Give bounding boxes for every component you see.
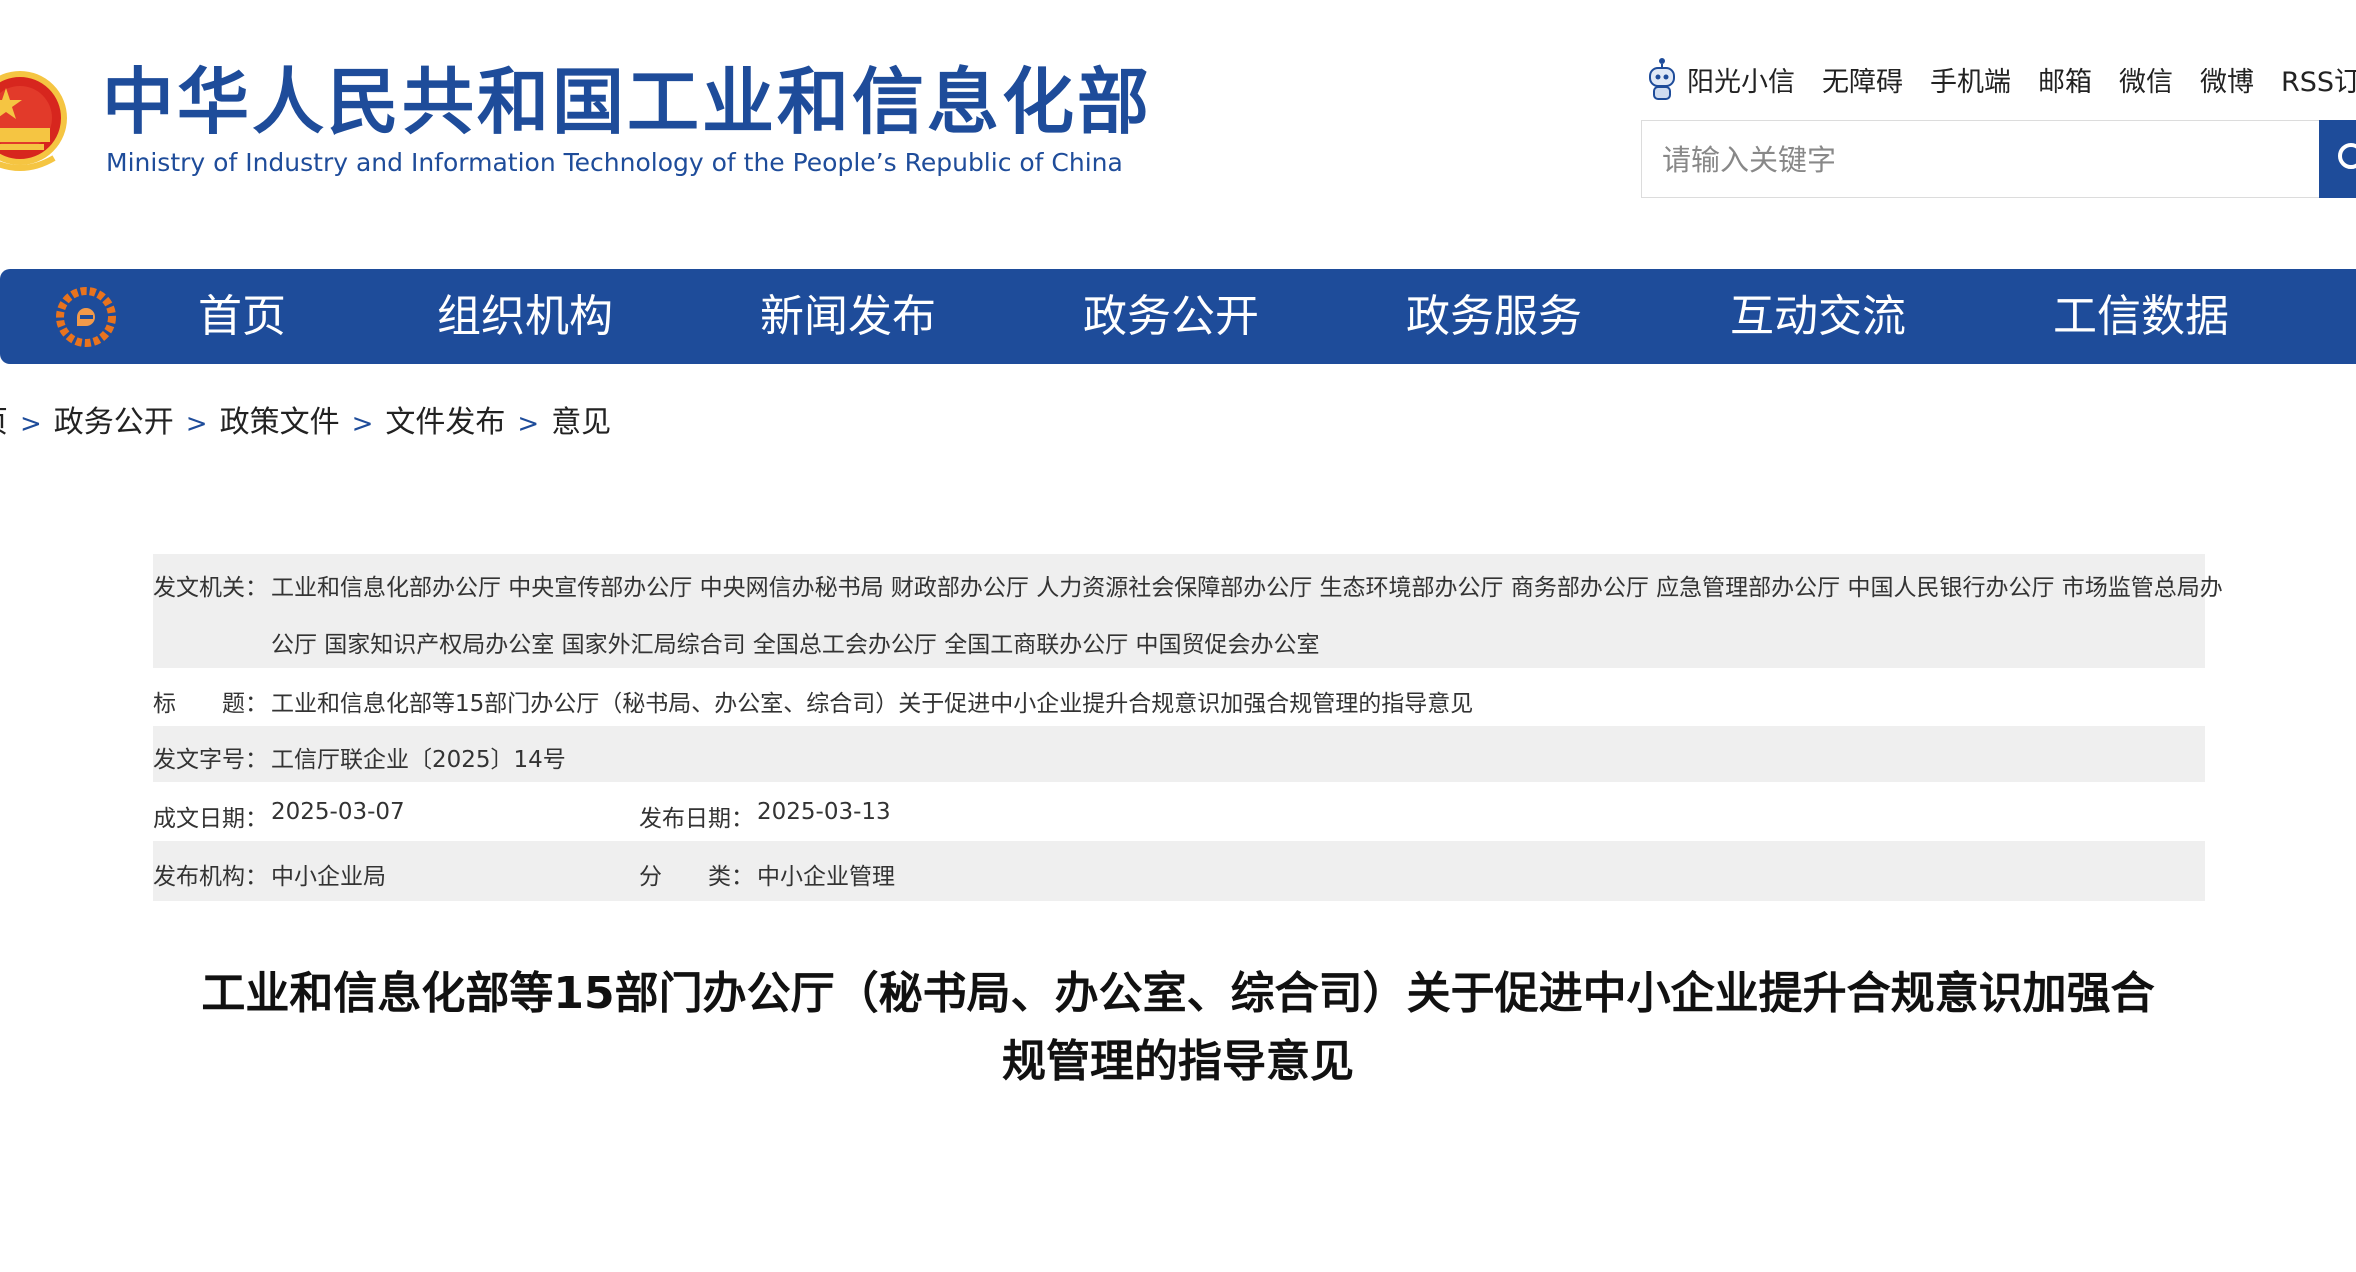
title-value: 工业和信息化部等15部门办公厅（秘书局、办公室、综合司）关于促进中小企业提升合规… [271,691,1474,717]
site-subtitle: Ministry of Industry and Information Tec… [106,148,1123,177]
breadcrumb-opinions: 意见 [551,405,612,440]
breadcrumb-separator: > [20,409,42,439]
issuer-line-1: 工业和信息化部办公厅 中央宣传部办公厅 中央网信办秘书局 财政部办公厅 人力资源… [271,575,2223,601]
info-row-dates: 成文日期： 2025-03-07 发布日期： 2025-03-13 [153,782,2205,841]
info-row-issuer: 发文机关： 工业和信息化部办公厅 中央宣传部办公厅 中央网信办秘书局 财政部办公… [153,554,2223,668]
search-icon [2338,143,2356,169]
nav-home[interactable]: 首页 [198,269,286,364]
breadcrumb-government-affairs[interactable]: 政务公开 [54,405,174,440]
info-row-publisher: 发布机构： 中小企业局 分 类： 中小企业管理 [153,841,2205,901]
link-sunshine-assistant[interactable]: 阳光小信 [1687,60,1795,99]
search-box [1641,120,2356,199]
link-accessibility[interactable]: 无障碍 [1822,60,1903,99]
nav-interaction[interactable]: 互动交流 [1730,269,1906,364]
doc-number-value: 工信厅联企业〔2025〕14号 [271,747,566,773]
breadcrumb-separator: > [351,409,374,439]
miit-logo-icon[interactable] [55,286,117,348]
search-button[interactable] [2319,120,2356,198]
publisher-label: 发布机构： [153,864,268,890]
info-row-title: 标 题： 工业和信息化部等15部门办公厅（秘书局、办公室、综合司）关于促进中小企… [153,668,2205,726]
publish-date-label: 发布日期： [639,806,754,832]
category-value: 中小企业管理 [757,864,895,890]
main-nav: 首页 组织机构 新闻发布 政务公开 政务服务 互动交流 工信数据 [0,269,2356,364]
issuer-label: 发文机关： [153,575,268,601]
link-mobile[interactable]: 手机端 [1930,60,2011,99]
link-wechat[interactable]: 微信 [2119,60,2173,99]
breadcrumb-policy-docs[interactable]: 政策文件 [220,405,340,440]
article-title-line-2: 规管理的指导意见 [1002,1036,1354,1087]
site-title[interactable]: 中华人民共和国工业和信息化部 [102,66,1152,138]
search-input[interactable] [1660,121,2224,199]
doc-number-label: 发文字号： [153,747,268,773]
national-emblem-icon [0,71,67,171]
breadcrumb: 页 > 政务公开 > 政策文件 > 文件发布 > 意见 [0,400,611,447]
nav-news[interactable]: 新闻发布 [760,269,936,364]
article-title: 工业和信息化部等15部门办公厅（秘书局、办公室、综合司）关于促进中小企业提升合规… [150,960,2206,1096]
link-mail[interactable]: 邮箱 [2038,60,2092,99]
title-label: 标 题： [153,691,268,717]
issuer-line-2: 公厅 国家知识产权局办公室 国家外汇局综合司 全国总工会办公厅 全国工商联办公厅… [271,632,1320,658]
robot-assistant-icon[interactable] [1645,56,1679,102]
breadcrumb-doc-release[interactable]: 文件发布 [385,405,505,440]
nav-organization[interactable]: 组织机构 [437,269,613,364]
document-info-table: 发文机关： 工业和信息化部办公厅 中央宣传部办公厅 中央网信办秘书局 财政部办公… [153,554,2223,901]
nav-data[interactable]: 工信数据 [2053,269,2229,364]
nav-services[interactable]: 政务服务 [1406,269,1582,364]
link-weibo[interactable]: 微博 [2200,60,2254,99]
nav-government-affairs[interactable]: 政务公开 [1083,269,1259,364]
top-links: 阳光小信 无障碍 手机端 邮箱 微信 微博 RSS订 [1645,58,2356,100]
publisher-value: 中小企业局 [271,864,386,890]
info-row-doc-number: 发文字号： 工信厅联企业〔2025〕14号 [153,726,2205,782]
written-date-value: 2025-03-07 [271,799,405,825]
breadcrumb-separator: > [517,409,540,439]
link-rss[interactable]: RSS订 [2281,60,2356,99]
breadcrumb-home[interactable]: 页 [0,405,8,440]
article-title-line-1: 工业和信息化部等15部门办公厅（秘书局、办公室、综合司）关于促进中小企业提升合规… [201,968,2155,1019]
publish-date-value: 2025-03-13 [757,799,891,825]
written-date-label: 成文日期： [153,806,268,832]
breadcrumb-separator: > [185,409,208,439]
category-label: 分 类： [639,864,754,890]
